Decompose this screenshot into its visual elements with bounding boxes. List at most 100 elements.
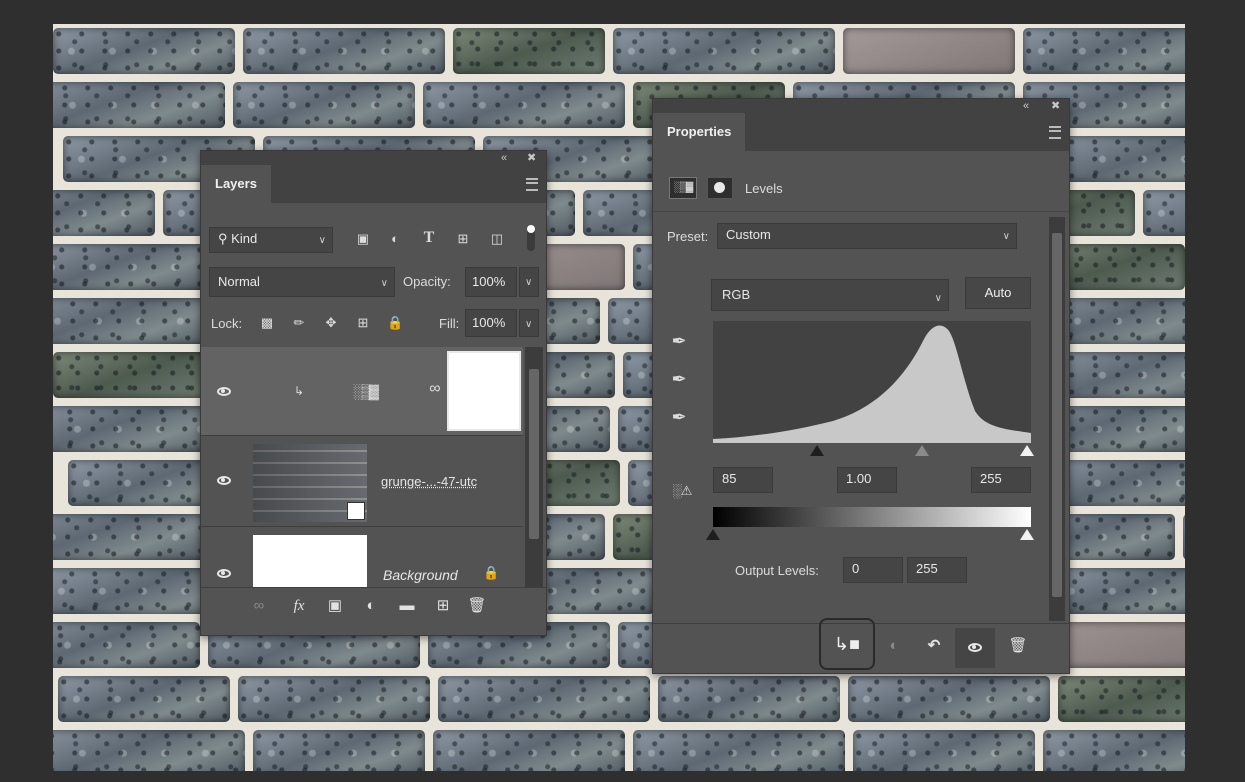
lock-image-pixels-icon[interactable]: ✏ (291, 315, 307, 331)
layer-mask-thumbnail[interactable] (447, 351, 521, 431)
white-input-slider-handle[interactable] (1020, 445, 1034, 456)
brick (53, 352, 205, 398)
fill-dropdown-button[interactable]: ∨ (519, 309, 539, 337)
visibility-eye-icon[interactable] (217, 569, 231, 578)
shape-filter-icon[interactable]: ⊞ (455, 231, 471, 247)
close-panel-icon[interactable]: ✖ (527, 151, 536, 165)
lock-all-icon[interactable]: 🔒 (387, 315, 403, 331)
panel-menu-icon[interactable] (526, 178, 538, 191)
gray-point-eyedropper-icon[interactable]: ✒ (669, 370, 689, 388)
clip-to-layer-icon: ↳■ (834, 634, 860, 654)
lock-transparent-pixels-icon[interactable]: ▩ (259, 315, 275, 331)
output-white-field[interactable]: 255 (907, 557, 967, 583)
clip-to-layer-button[interactable]: ↳■ (819, 618, 875, 670)
layers-bottom-bar: ∞ fx ▣ ◐ ▬ ⊞ 🗑 (201, 587, 546, 626)
lock-artboard-icon[interactable]: ⊞ (355, 315, 371, 331)
visibility-eye-icon[interactable] (217, 387, 231, 396)
chevron-down-icon: ∨ (380, 278, 388, 289)
close-panel-icon[interactable]: ✖ (1051, 99, 1060, 113)
opacity-dropdown-button[interactable]: ∨ (519, 267, 539, 297)
auto-button-label: Auto (984, 285, 1012, 300)
blend-mode-select[interactable]: Normal ∨ (209, 267, 395, 297)
collapse-panel-icon[interactable]: « (501, 151, 507, 165)
layer-name-grunge[interactable]: grunge-...-47-utc (381, 474, 477, 489)
brick (53, 298, 220, 344)
opacity-input[interactable]: 100% (465, 267, 517, 297)
brick (58, 676, 230, 722)
collapse-panel-icon[interactable]: « (1023, 99, 1029, 113)
channel-value: RGB (722, 287, 751, 302)
layer-thumbnail[interactable] (253, 535, 367, 587)
link-chain-icon[interactable]: ∞ (429, 381, 441, 397)
delete-adjustment-trash-icon[interactable]: 🗑 (1007, 636, 1029, 656)
visibility-eye-icon[interactable] (217, 476, 231, 485)
brick (53, 406, 220, 452)
input-black-field[interactable]: 85 (713, 467, 773, 493)
toggle-visibility-button[interactable] (955, 628, 995, 668)
channel-select[interactable]: RGB ∨ (711, 279, 949, 311)
visibility-eye-icon (968, 643, 982, 652)
input-white-field[interactable]: 255 (971, 467, 1031, 493)
image-filter-icon[interactable]: ▣ (355, 231, 371, 247)
brick (1043, 730, 1185, 771)
adjustment-filter-icon[interactable]: ◐ (387, 231, 403, 247)
output-gradient-bar (713, 507, 1031, 527)
gamma-input-slider-handle[interactable] (915, 445, 929, 456)
add-mask-icon[interactable]: ▣ (325, 596, 345, 616)
white-point-eyedropper-icon[interactable]: ✒ (669, 408, 689, 426)
layers-scrollbar[interactable] (525, 347, 543, 587)
chevron-down-icon: ∨ (525, 319, 533, 330)
smart-object-filter-icon[interactable]: ◫ (489, 231, 505, 247)
levels-histogram (713, 321, 1031, 443)
layer-name-background[interactable]: Background (383, 567, 458, 583)
add-layer-style-icon[interactable]: fx (287, 596, 311, 616)
scrollbar-thumb[interactable] (1052, 233, 1062, 597)
layer-mask-icon[interactable] (707, 177, 733, 199)
layer-row-grunge[interactable]: grunge-...-47-utc (201, 436, 523, 527)
levels-adjustment-icon: ░▒▓ (669, 177, 697, 199)
layer-row-background[interactable]: Background 🔒 (201, 527, 523, 587)
output-black-value: 0 (852, 561, 860, 576)
calculate-histogram-warning-icon[interactable]: ░⚠ (665, 483, 699, 499)
brick (1023, 28, 1185, 74)
filter-toggle-icon[interactable] (527, 225, 535, 251)
clipping-mask-arrow-icon: ↳ (293, 384, 305, 398)
new-layer-icon[interactable]: ⊞ (433, 596, 453, 616)
brick (848, 676, 1050, 722)
brick (438, 676, 650, 722)
preset-select[interactable]: Custom ∨ (717, 223, 1017, 249)
preset-value: Custom (726, 227, 771, 242)
white-output-slider-handle[interactable] (1020, 529, 1034, 540)
fill-value: 100% (472, 315, 506, 330)
output-black-field[interactable]: 0 (843, 557, 903, 583)
brick (853, 730, 1035, 771)
scrollbar-thumb[interactable] (529, 369, 539, 539)
auto-button[interactable]: Auto (965, 277, 1031, 309)
chevron-down-icon: ∨ (934, 293, 942, 304)
black-point-eyedropper-icon[interactable]: ✒ (669, 332, 689, 350)
input-gamma-field[interactable]: 1.00 (837, 467, 897, 493)
new-group-folder-icon[interactable]: ▬ (397, 596, 417, 616)
layer-row-levels[interactable]: ↳ ░▒▓ ∞ (201, 347, 523, 436)
view-previous-state-icon[interactable]: ◐ (883, 636, 905, 656)
brick (238, 676, 430, 722)
lock-position-icon[interactable]: ✥ (323, 315, 339, 331)
properties-bottom-bar: ↳■ ◐ ↶ 🗑 (653, 618, 1069, 672)
brick (53, 514, 205, 560)
delete-layer-trash-icon[interactable]: 🗑 (467, 596, 487, 616)
tab-layers[interactable]: Layers (201, 165, 271, 203)
new-fill-adjustment-icon[interactable]: ◐ (361, 596, 381, 616)
brick (243, 28, 445, 74)
layer-filter-kind-select[interactable]: ⚲ Kind ∨ (209, 227, 333, 253)
link-layers-icon[interactable]: ∞ (249, 596, 269, 616)
panel-menu-icon[interactable] (1049, 126, 1061, 139)
black-input-slider-handle[interactable] (810, 445, 824, 456)
fill-input[interactable]: 100% (465, 309, 517, 337)
black-output-slider-handle[interactable] (706, 529, 720, 540)
properties-scrollbar[interactable] (1049, 217, 1065, 621)
brick (53, 28, 235, 74)
tab-properties[interactable]: Properties (653, 113, 746, 151)
reset-adjustment-icon[interactable]: ↶ (923, 636, 945, 656)
brick (53, 82, 225, 128)
type-filter-icon[interactable]: T (421, 230, 437, 246)
